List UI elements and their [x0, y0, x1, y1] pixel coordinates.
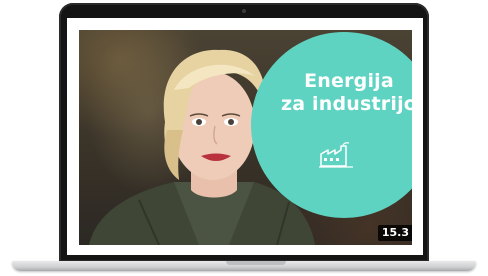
base-notch — [226, 261, 286, 265]
headline-line-1: Energija — [304, 70, 394, 92]
video-duration-badge: 15.3 — [377, 225, 412, 241]
webcam-icon — [242, 9, 246, 13]
video-thumbnail[interactable]: Energija za industrijo 15.3 — [79, 30, 412, 245]
video-headline: Energija za industrijo — [279, 70, 412, 116]
factory-icon — [319, 142, 353, 168]
headline-line-2: za industrijo — [280, 93, 412, 115]
laptop-base — [12, 261, 476, 271]
laptop-mockup: Energija za industrijo 15.3 — [0, 0, 488, 276]
